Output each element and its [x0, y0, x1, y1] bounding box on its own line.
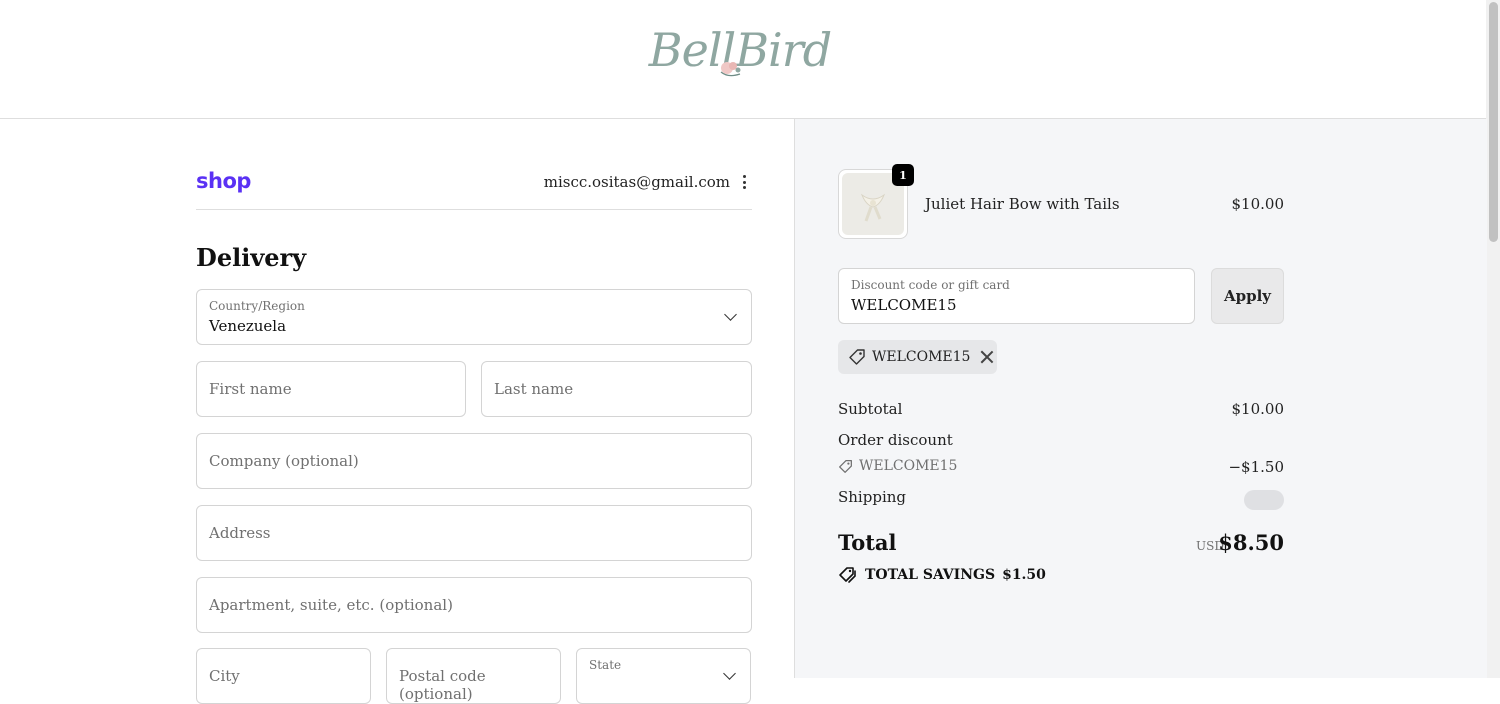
order-discount-label: Order discount [838, 431, 953, 449]
last-name-field[interactable]: Last name [481, 361, 752, 417]
page-scrollbar[interactable] [1486, 0, 1500, 678]
site-header: BellBird [0, 0, 1486, 119]
apartment-placeholder: Apartment, suite, etc. (optional) [209, 596, 453, 614]
city-placeholder: City [209, 667, 240, 685]
address-placeholder: Address [209, 524, 271, 542]
product-name: Juliet Hair Bow with Tails [925, 195, 1120, 213]
apply-discount-button[interactable]: Apply [1211, 268, 1284, 324]
product-price: $10.00 [1231, 195, 1285, 213]
order-summary-column: 1 Juliet Hair Bow with Tails $10.00 Disc… [794, 119, 1487, 678]
chevron-down-icon [724, 308, 737, 321]
first-name-field[interactable]: First name [196, 361, 466, 417]
savings-tag-icon [839, 567, 856, 583]
country-label: Country/Region [209, 299, 305, 313]
apartment-field[interactable]: Apartment, suite, etc. (optional) [196, 577, 752, 633]
shipping-label: Shipping [838, 488, 906, 506]
bellbird-logo[interactable]: BellBird [630, 8, 850, 92]
country-select[interactable]: Country/Region Venezuela [196, 289, 752, 345]
remove-discount-icon[interactable] [980, 350, 994, 364]
discount-value: −$1.50 [1228, 458, 1284, 476]
total-amount: $8.50 [1218, 530, 1284, 555]
shipping-loading-placeholder [1244, 490, 1284, 510]
order-discount-row: Order discount [838, 431, 1284, 449]
account-email: miscc.ositas@gmail.com [543, 173, 730, 191]
state-label: State [589, 658, 622, 672]
state-select[interactable]: State [576, 648, 751, 704]
discount-detail-row: WELCOME15 −$1.50 [838, 458, 1284, 476]
delivery-heading: Delivery [196, 243, 307, 272]
savings-value: $1.50 [1002, 567, 1046, 583]
last-name-placeholder: Last name [494, 380, 574, 398]
postal-code-placeholder: Postal code (optional) [399, 667, 486, 703]
address-field[interactable]: Address [196, 505, 752, 561]
savings-label: TOTAL SAVINGS [865, 567, 996, 583]
checkout-form-column: shop miscc.ositas@gmail.com Delivery Cou… [0, 119, 793, 704]
discount-code-name: WELCOME15 [859, 458, 958, 474]
discount-code-line: WELCOME15 [838, 458, 1284, 474]
applied-code-text: WELCOME15 [872, 349, 971, 365]
subtotal-value: $10.00 [1231, 400, 1285, 418]
scrollbar-thumb[interactable] [1489, 2, 1498, 242]
discount-code-input[interactable]: Discount code or gift card WELCOME15 [838, 268, 1195, 324]
postal-code-field[interactable]: Postal code (optional) [386, 648, 561, 704]
discount-input-value: WELCOME15 [851, 296, 957, 314]
quantity-badge: 1 [892, 164, 914, 186]
city-field[interactable]: City [196, 648, 371, 704]
company-placeholder: Company (optional) [209, 452, 359, 470]
discount-input-label: Discount code or gift card [851, 278, 1010, 292]
flower-icon [720, 62, 741, 77]
total-label: Total [838, 530, 897, 555]
country-value: Venezuela [209, 317, 287, 335]
tag-icon [839, 459, 852, 473]
first-name-placeholder: First name [209, 380, 292, 398]
subtotal-row: Subtotal $10.00 [838, 400, 1284, 418]
shop-account-row: shop miscc.ositas@gmail.com [196, 169, 752, 210]
more-options-icon[interactable] [738, 173, 750, 191]
subtotal-label: Subtotal [838, 400, 903, 418]
total-savings: TOTAL SAVINGS $1.50 [838, 566, 1046, 584]
shipping-row: Shipping [838, 488, 1284, 510]
tag-icon [849, 349, 865, 365]
applied-discount-chip: WELCOME15 [838, 340, 997, 374]
company-field[interactable]: Company (optional) [196, 433, 752, 489]
shop-pay-logo: shop [196, 169, 251, 193]
